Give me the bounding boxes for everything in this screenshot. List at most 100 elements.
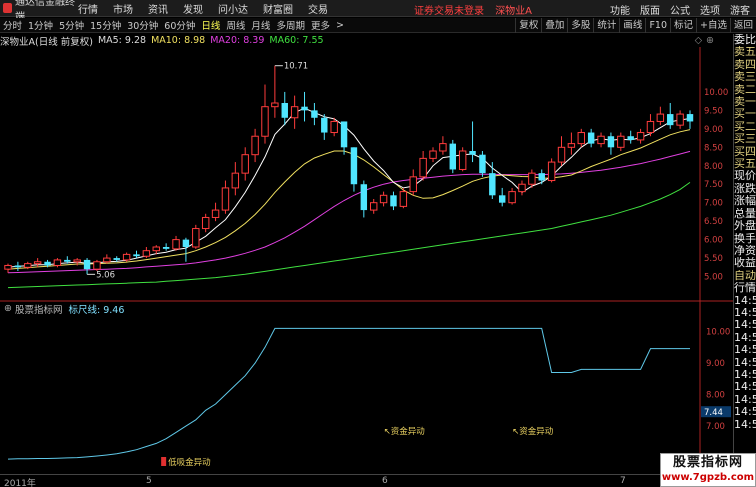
period-15min[interactable]: 15分钟 [87,18,124,32]
adjust-button[interactable]: 复权 [515,18,541,33]
candle-body [290,106,299,119]
price-tick-label: 8.50 [704,143,723,153]
side-ask1: 卖一 [734,96,756,109]
side-tick-row: 14:50 [734,294,756,307]
candle-body [33,261,42,265]
period-daily[interactable]: 日线 [198,18,223,32]
candle-body [518,183,526,193]
menu-ask[interactable]: 问小达 [218,1,248,16]
candle-body [281,103,288,118]
menu-formula[interactable]: 公式 [670,2,690,17]
price-tick-label: 8.00 [704,162,723,172]
period-1min[interactable]: 1分钟 [25,18,56,32]
trade-login-status[interactable]: 证券交易未登录 [414,6,484,17]
multi-stock-button[interactable]: 多股 [567,18,593,33]
date-axis: 2011年 5 6 7 [0,474,733,487]
candle-body [607,136,615,148]
side-tick-row: 14:50 [734,393,756,406]
side-bid5: 买五 [734,158,756,171]
price-tick-label: 9.00 [704,125,723,135]
period-more[interactable]: 更多 [308,18,333,32]
side-tick-row: 14:50 [734,406,756,419]
candle-body [201,216,210,230]
menu-discover[interactable]: 发现 [183,1,203,16]
menu-function[interactable]: 功能 [610,2,630,17]
ma60-label: MA60: 7.55 [269,35,324,46]
side-bid-ratio: 委比 [734,34,756,46]
side-bid1: 买一 [734,108,756,121]
indicator-tick-label: 9.00 [706,359,725,369]
kline-chart[interactable]: 10.71 5.06 10.00 9.50 9.00 8.50 8.00 7.50 7.00 6… [0,47,733,474]
menu-options[interactable]: 选项 [700,2,720,17]
period-weekly[interactable]: 周线 [223,18,248,32]
site-watermark: 股票指标网 www.7gpzb.com [660,453,756,487]
f10-button[interactable]: F10 [645,18,670,33]
toolbar-right: 复权 叠加 多股 统计 画线 F10 标记 +自选 返回 [515,18,756,33]
candle-body [627,136,634,140]
side-change-pct: 涨幅 [734,195,756,208]
side-outer: 外盘 [734,220,756,233]
menu-market[interactable]: 市场 [113,1,133,16]
settings-icon[interactable]: ◇ [695,35,702,46]
period-monthly[interactable]: 月线 [248,18,273,32]
period-timeshare[interactable]: 分时 [0,18,25,32]
menu-trade[interactable]: 交易 [308,1,328,16]
candle-body [617,135,625,148]
overlay-button[interactable]: 叠加 [541,18,567,33]
minimize-icon[interactable]: ⊕ [706,35,714,46]
menu-layout[interactable]: 版面 [640,2,660,17]
low-buy-marker [161,457,167,466]
price-tick-label: 6.50 [704,217,723,227]
low-price-label: 5.06 [96,270,115,280]
menu-wealth[interactable]: 财富圈 [263,1,293,16]
candle-body [538,173,545,181]
side-auto[interactable]: 自动 [734,270,756,282]
candle-body [577,132,585,145]
menu-news[interactable]: 资讯 [148,1,168,16]
candle-body [24,263,32,268]
stats-button[interactable]: 统计 [593,18,619,33]
indicator-toggle-icon[interactable]: ⊕ [4,303,12,314]
chevron-right-icon[interactable]: > [333,20,347,31]
indicator-name[interactable]: 股票指标网 [15,302,63,316]
period-toolbar: 分时 1分钟 5分钟 15分钟 30分钟 60分钟 日线 周线 月线 多周期 更… [0,18,756,33]
side-bid2: 买二 [734,120,756,133]
side-ask4: 卖四 [734,58,756,71]
side-net-asset: 净资 [734,244,756,257]
side-tick-row: 14:50 [734,381,756,394]
period-30min[interactable]: 30分钟 [124,18,161,32]
candle-body [133,254,140,257]
mark-button[interactable]: 标记 [670,18,696,33]
candle-body [686,114,694,122]
date-label-year: 2011年 [4,479,36,487]
price-tick-label: 10.00 [704,88,728,98]
current-stock-name: 深物业A [495,6,533,17]
candle-body [311,110,318,118]
draw-line-button[interactable]: 画线 [619,18,645,33]
period-multi[interactable]: 多周期 [273,18,308,32]
candle-body [172,239,180,250]
period-5min[interactable]: 5分钟 [56,18,87,32]
ma10-label: MA10: 8.98 [151,35,206,46]
add-favorite-button[interactable]: +自选 [696,18,730,33]
price-tick-label: 7.00 [704,199,723,209]
candle-body [53,259,62,266]
candle-body [399,191,408,207]
indicator-tick-label: 8.00 [706,391,725,401]
candle-body [83,259,91,270]
back-button[interactable]: 返回 [729,18,756,33]
main-chart-header: 深物业A(日线 前复权) MA5: 9.28 MA10: 8.98 MA20: … [0,34,733,48]
menu-guest[interactable]: 游客 [730,2,750,17]
menu-quote[interactable]: 行情 [78,1,98,16]
side-tick-title: 行情 [734,282,756,295]
period-60min[interactable]: 60分钟 [161,18,198,32]
login-notice: 证券交易未登录 深物业A [414,2,532,17]
side-tick-row: 14:50 [734,306,756,319]
candle-body [439,143,447,152]
candle-body [360,184,368,211]
watermark-url: www.7gpzb.com [661,472,755,483]
ruler-line-value: 标尺线: 9.46 [68,304,125,316]
candle-body [597,135,605,145]
candle-body [301,106,308,111]
candle-body [547,161,556,182]
